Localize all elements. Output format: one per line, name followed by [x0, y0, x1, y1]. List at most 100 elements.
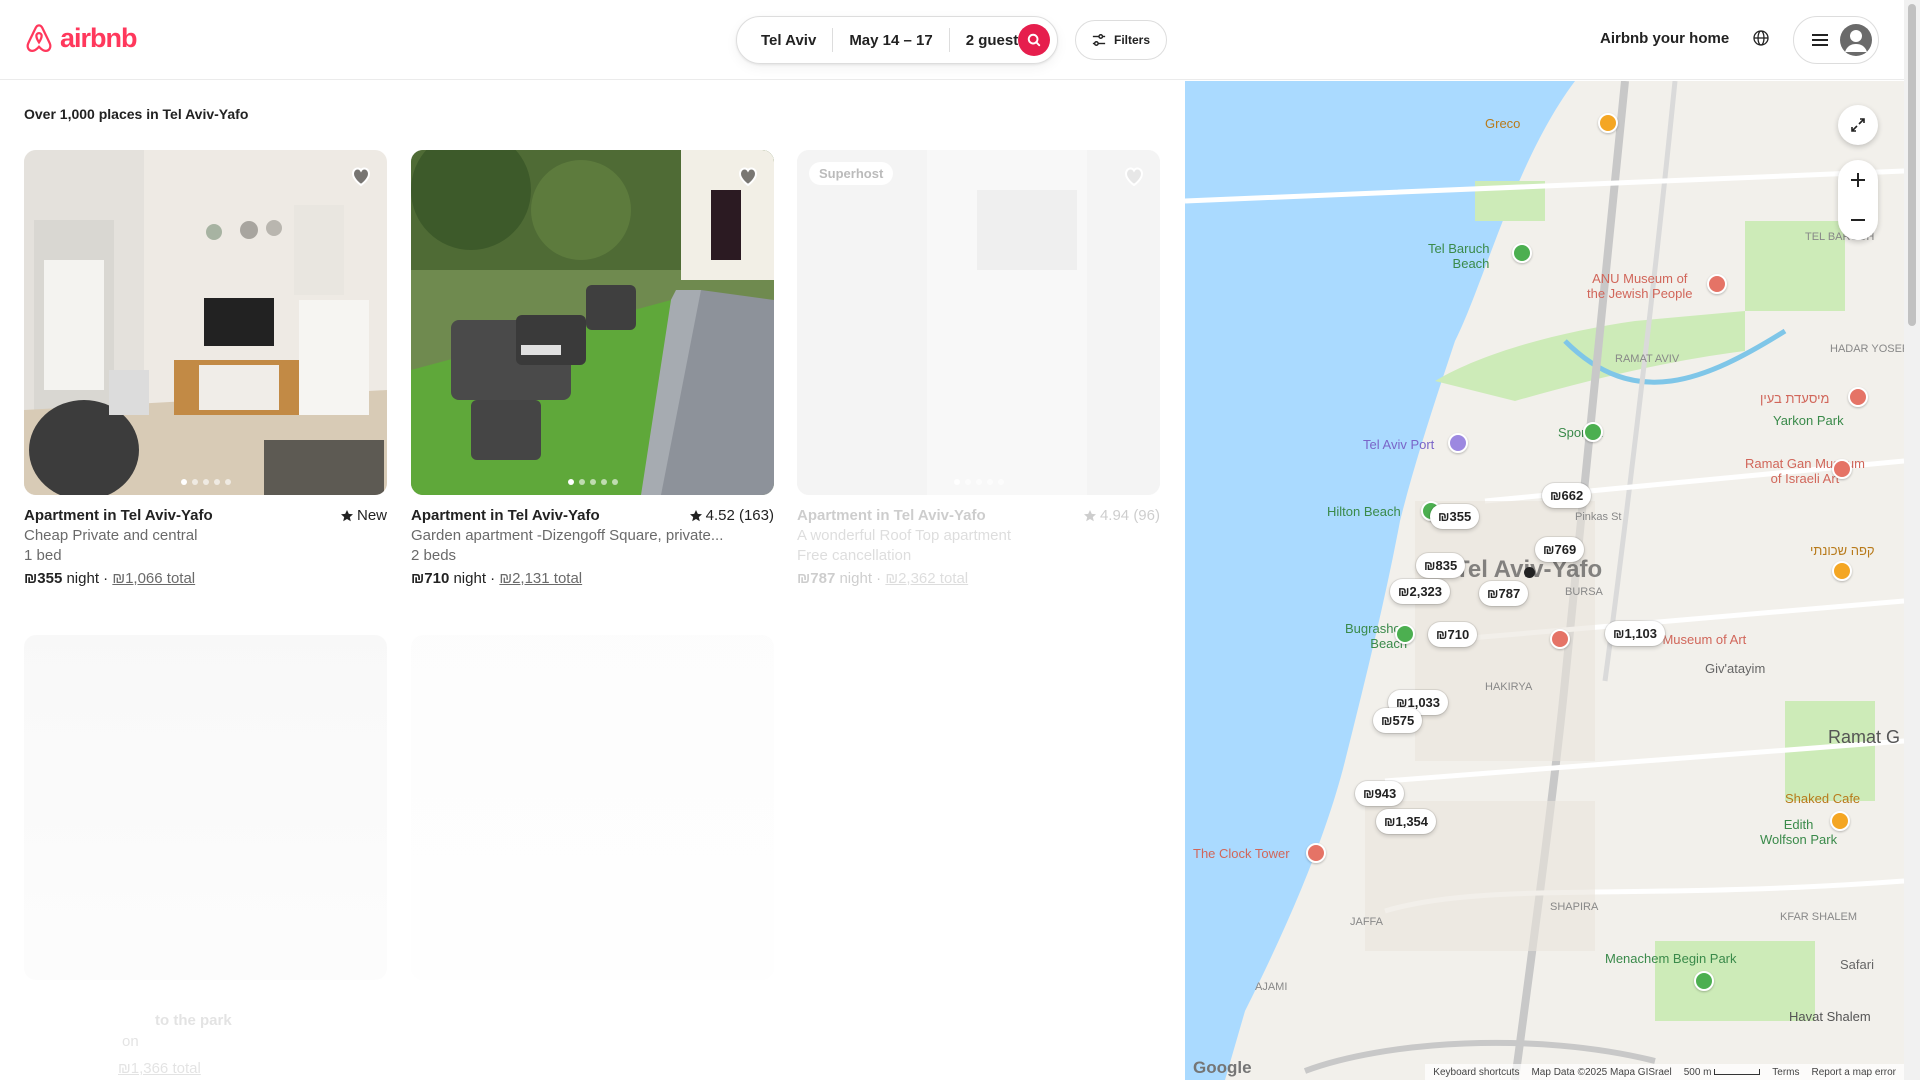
terms-link[interactable]: Terms: [1772, 1067, 1799, 1078]
listing-card[interactable]: Apartment in Tel Aviv-Yafo 4.52 (163) Ga…: [411, 150, 774, 587]
map-label-havat-shalem: Havat Shalem: [1789, 1009, 1871, 1024]
listing-photo[interactable]: Superhost: [797, 150, 1160, 495]
map-fullscreen-button[interactable]: [1838, 105, 1878, 145]
star-icon: [340, 509, 353, 521]
map-label-anu-museum: ANU Museum of the Jewish People: [1587, 271, 1693, 301]
listing-rating: 4.94 (96): [1083, 507, 1160, 524]
museum-icon: [1832, 459, 1852, 479]
logo-text: airbnb: [60, 23, 138, 53]
map-price-pin[interactable]: ₪710: [1428, 622, 1478, 647]
listing-photo-placeholder: [24, 635, 387, 980]
map-label-safari: Safari: [1840, 957, 1874, 972]
star-icon: [1083, 509, 1096, 521]
listing-rating: 4.52 (163): [689, 507, 774, 524]
listing-title: Apartment in Tel Aviv-Yafo: [411, 507, 600, 524]
search-bar[interactable]: Tel Aviv May 14 – 17 2 guests: [736, 16, 1058, 64]
host-home-link[interactable]: Airbnb your home: [1600, 30, 1729, 47]
rating-value: New: [356, 507, 387, 524]
map-price-pin[interactable]: ₪355: [1430, 504, 1480, 529]
listing-subtitle: Cheap Private and central: [24, 527, 198, 544]
restaurant-icon: [1848, 387, 1868, 407]
search-dates[interactable]: May 14 – 17: [833, 28, 948, 52]
carousel-dots: [567, 479, 618, 485]
map-label-ramat-gan: Ramat G: [1828, 727, 1901, 747]
listing-beds: 1 bed: [24, 547, 62, 564]
map-label-street: Pinkas St: [1575, 511, 1622, 523]
map-marker-dot: [1524, 567, 1535, 578]
map-label-area: SHAPIRA: [1550, 901, 1599, 913]
search-location[interactable]: Tel Aviv: [737, 28, 832, 52]
airbnb-logo[interactable]: airbnb: [24, 22, 138, 55]
price-total[interactable]: ₪2,362 total: [885, 570, 968, 587]
map-label-place: מיסעדת בעין: [1760, 391, 1830, 406]
map-scale: 500 m: [1684, 1067, 1761, 1078]
keyboard-shortcuts-link[interactable]: Keyboard shortcuts: [1433, 1067, 1519, 1078]
user-menu-button[interactable]: [1793, 16, 1879, 64]
rating-value: 4.94 (96): [1099, 507, 1160, 524]
globe-icon: [1753, 30, 1769, 46]
listing-card[interactable]: Superhost Apartment in Tel Aviv-Yafo 4.9…: [797, 150, 1160, 587]
wishlist-heart-button[interactable]: [349, 164, 373, 193]
filters-button[interactable]: Filters: [1075, 20, 1167, 60]
museum-icon: [1550, 629, 1570, 649]
airbnb-logo-icon: [26, 24, 52, 53]
listing-subtitle: on: [122, 1033, 139, 1050]
listing-title: to the park: [155, 1012, 232, 1029]
map-price-pin[interactable]: ₪1,354: [1376, 809, 1437, 834]
price-per-night: ₪355: [24, 570, 63, 587]
scrollbar-thumb[interactable]: [1908, 4, 1916, 326]
sliders-icon: [1092, 34, 1106, 46]
listing-beds: 2 beds: [411, 547, 457, 564]
listing-title: Apartment in Tel Aviv-Yafo: [797, 507, 986, 524]
zoom-in-button[interactable]: [1850, 160, 1866, 200]
museum-icon: [1707, 274, 1727, 294]
page-scrollbar[interactable]: [1904, 0, 1920, 1080]
map[interactable]: Greco Tel Baruch Beach ANU Museum of the…: [1185, 81, 1904, 1080]
user-icon: [1845, 30, 1867, 52]
map-price-pin[interactable]: ₪787: [1479, 581, 1529, 606]
search-button[interactable]: [1018, 24, 1050, 56]
language-button[interactable]: [1753, 30, 1769, 51]
report-map-error-link[interactable]: Report a map error: [1812, 1067, 1896, 1078]
map-price-pin[interactable]: ₪2,323: [1390, 579, 1451, 604]
map-label-area: BURSA: [1565, 586, 1603, 598]
park-icon: [1694, 971, 1714, 991]
minus-icon: [1851, 219, 1865, 221]
map-label-shaked-cafe: Shaked Cafe: [1785, 791, 1861, 806]
expand-icon: [1851, 118, 1865, 132]
map-price-pin[interactable]: ₪835: [1416, 553, 1466, 578]
price-total: ₪1,366 total: [118, 1060, 201, 1077]
map-zoom-controls: [1838, 160, 1878, 240]
map-label-hilton-beach: Hilton Beach: [1327, 504, 1401, 519]
listing-image: [411, 150, 774, 495]
park-icon: [1512, 243, 1532, 263]
map-price-pin[interactable]: ₪575: [1373, 708, 1423, 733]
wishlist-heart-button[interactable]: [736, 164, 760, 193]
filters-label: Filters: [1113, 33, 1150, 47]
price-total[interactable]: ₪2,131 total: [499, 570, 582, 587]
wishlist-heart-button[interactable]: [1122, 164, 1146, 193]
night-label: night: [839, 570, 872, 587]
listing-subtitle: Garden apartment -Dizengoff Square, priv…: [411, 527, 724, 544]
results-count: Over 1,000 places in Tel Aviv-Yafo: [24, 106, 249, 122]
park-icon: [1583, 422, 1603, 442]
listing-card[interactable]: Apartment in Tel Aviv-Yafo New Cheap Pri…: [24, 150, 387, 587]
map-label-edith-wolfson-park: Edith Wolfson Park: [1760, 817, 1838, 847]
map-label-place: קפה שכונתי: [1810, 543, 1875, 558]
map-label-area: JAFFA: [1350, 916, 1384, 928]
map-price-pin[interactable]: ₪943: [1355, 781, 1405, 806]
map-price-pin[interactable]: ₪1,103: [1605, 621, 1666, 646]
listing-subtitle: A wonderful Roof Top apartment: [797, 527, 1012, 544]
night-label: night: [453, 570, 486, 587]
map-label-greco: Greco: [1485, 116, 1521, 131]
listing-photo[interactable]: [24, 150, 387, 495]
heart-icon: [738, 167, 758, 187]
google-logo: Google: [1193, 1058, 1252, 1077]
listing-photo[interactable]: [411, 150, 774, 495]
map-price-pin[interactable]: ₪769: [1535, 537, 1585, 562]
map-price-pin[interactable]: ₪662: [1542, 483, 1592, 508]
map-label-area: RAMAT AVIV: [1615, 353, 1680, 365]
zoom-out-button[interactable]: [1850, 200, 1866, 240]
price-per-night: ₪710: [411, 570, 450, 587]
price-total[interactable]: ₪1,066 total: [112, 570, 195, 587]
